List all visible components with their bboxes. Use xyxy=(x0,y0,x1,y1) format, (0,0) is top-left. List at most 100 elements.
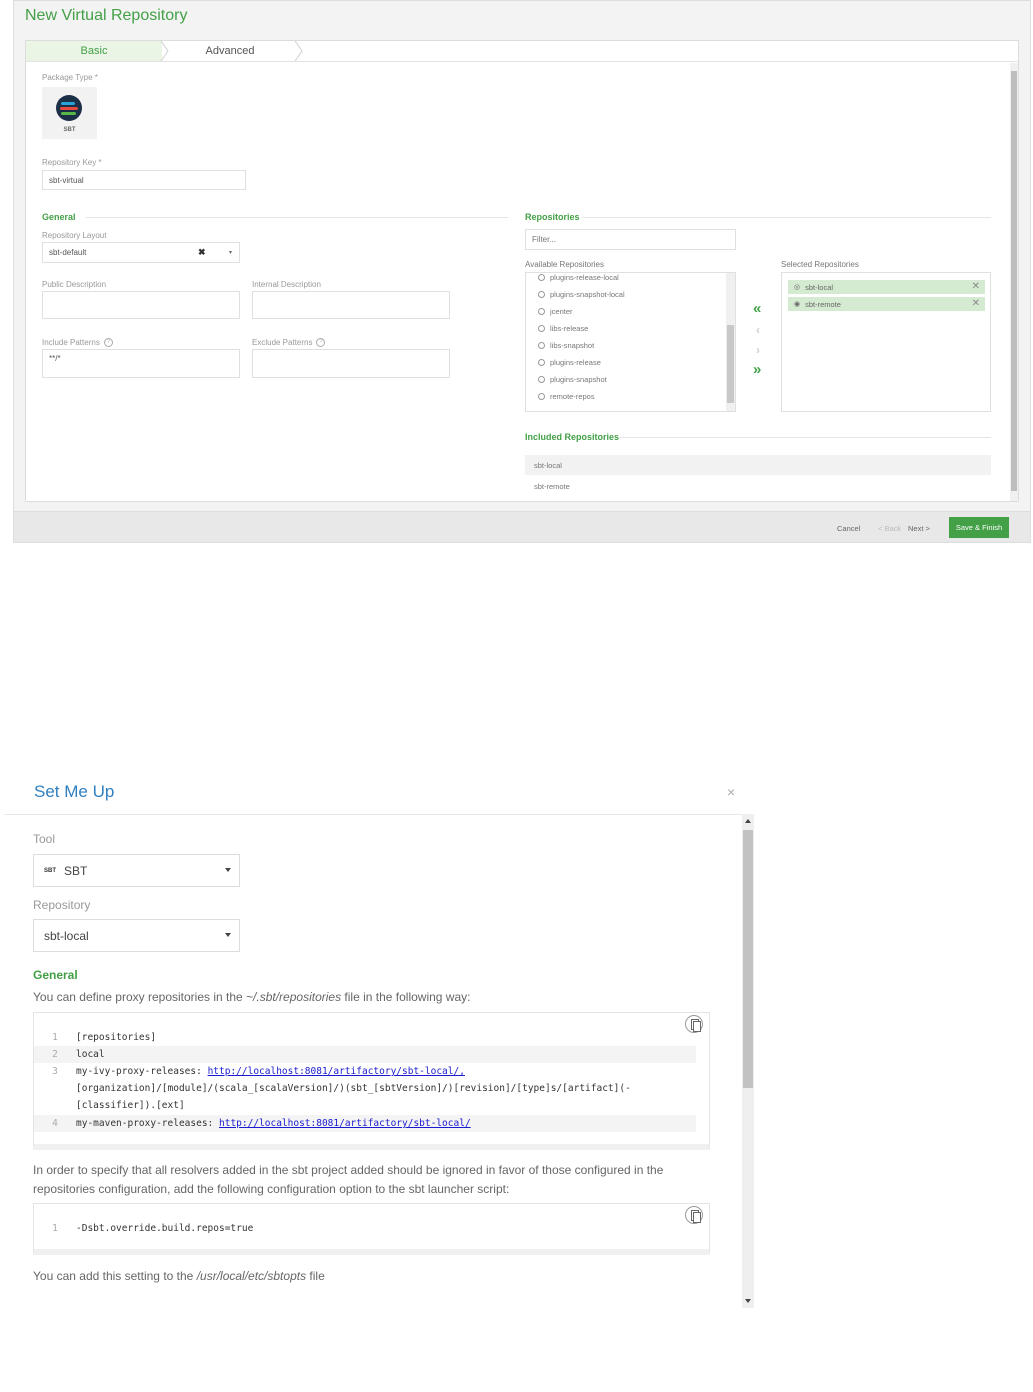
selected-item[interactable]: ◉ sbt-remote ✕ xyxy=(788,297,985,311)
virtual-repo-icon xyxy=(538,359,545,366)
code-text: my-maven-proxy-releases: xyxy=(76,1118,219,1129)
close-icon[interactable]: × xyxy=(727,784,735,800)
line-number: 1 xyxy=(52,1223,58,1234)
wizard-scrollbar-thumb[interactable] xyxy=(1011,71,1017,491)
file-path: /usr/local/etc/sbtopts xyxy=(196,1269,307,1283)
remove-icon[interactable]: ✕ xyxy=(972,281,980,292)
selected-item[interactable]: ◎ sbt-local ✕ xyxy=(788,280,985,294)
code-block-repositories: 1 [repositories] 2 local 3 my-ivy-proxy-rel… xyxy=(33,1012,710,1150)
text: file in the following way: xyxy=(341,990,471,1004)
next-button[interactable]: Next > xyxy=(908,524,930,533)
repository-url-link[interactable]: http://localhost:8081/artifactory/sbt-lo… xyxy=(219,1118,471,1129)
list-item[interactable]: remote-repos xyxy=(538,392,595,401)
list-item-label: plugins-release-local xyxy=(550,273,619,282)
remote-repo-icon: ◉ xyxy=(794,301,801,308)
virtual-repo-icon xyxy=(538,393,545,400)
wizard-scrollbar[interactable] xyxy=(1010,63,1018,501)
list-item-label: libs-snapshot xyxy=(550,341,595,350)
help-icon[interactable]: ? xyxy=(316,338,326,348)
back-button[interactable]: < Back xyxy=(878,524,901,533)
include-patterns-label: Include Patterns? xyxy=(42,338,113,348)
repository-url-link[interactable]: http://localhost:8081/artifactory/sbt-lo… xyxy=(208,1066,465,1077)
internal-description-input[interactable] xyxy=(252,291,450,319)
move-right-button[interactable]: › xyxy=(756,343,760,357)
tab-basic[interactable]: Basic xyxy=(26,41,162,61)
code-line: 1 -Dsbt.override.build.repos=true xyxy=(34,1220,696,1237)
cancel-button[interactable]: Cancel xyxy=(837,524,860,533)
repository-layout-select[interactable]: sbt-default ✖ ▾ xyxy=(42,242,240,263)
local-repo-icon xyxy=(538,291,545,298)
code-line: 3 my-ivy-proxy-releases: http://localhost… xyxy=(34,1063,696,1080)
list-item[interactable]: plugins-snapshot-local xyxy=(538,290,625,299)
chevron-down-icon[interactable]: ▾ xyxy=(229,249,232,256)
general-divider xyxy=(86,217,508,218)
included-repositories-title: Included Repositories xyxy=(525,432,620,442)
list-item-label: plugins-release xyxy=(550,358,601,367)
available-repositories-list[interactable]: plugins-release-local plugins-snapshot-l… xyxy=(525,272,736,412)
virtual-repo-icon xyxy=(538,325,545,332)
move-all-right-button[interactable]: » xyxy=(753,361,761,378)
set-me-up-dialog: Set Me Up × Tool SBT SBT Repository sbt-… xyxy=(4,772,764,1312)
repository-key-input[interactable]: sbt-virtual xyxy=(42,170,246,190)
repository-layout-label: Repository Layout xyxy=(42,231,107,240)
selected-repositories-list[interactable]: ◎ sbt-local ✕ ◉ sbt-remote ✕ xyxy=(781,272,991,412)
list-item: sbt-local xyxy=(525,455,991,475)
included-divider xyxy=(619,437,991,438)
tool-select-value: SBT xyxy=(64,863,88,878)
list-item[interactable]: plugins-release xyxy=(538,358,601,367)
code-text: my-maven-proxy-releases: http://localhos… xyxy=(76,1115,471,1132)
list-item[interactable]: plugins-release-local xyxy=(538,273,619,282)
move-left-button[interactable]: ‹ xyxy=(756,323,760,337)
sbt-badge-icon: SBT xyxy=(44,867,56,874)
text: You can add this setting to the xyxy=(33,1269,197,1283)
remove-icon[interactable]: ✕ xyxy=(972,298,980,309)
list-item-label: jcenter xyxy=(550,307,573,316)
package-type-tile[interactable]: SBT xyxy=(42,87,97,139)
repository-select[interactable]: sbt-local xyxy=(33,919,240,952)
help-icon[interactable]: ? xyxy=(103,338,113,348)
available-repositories-label: Available Repositories xyxy=(525,260,605,269)
code-text: -Dsbt.override.build.repos=true xyxy=(76,1223,254,1234)
exclude-patterns-input[interactable] xyxy=(252,349,450,378)
available-list-scrollbar[interactable] xyxy=(726,273,735,411)
local-repo-icon: ◎ xyxy=(794,284,801,291)
exclude-patterns-text: Exclude Patterns xyxy=(252,338,313,347)
code-line: [organization]/[module]/(scala_[scalaVer… xyxy=(34,1080,696,1097)
list-item-label: plugins-snapshot xyxy=(550,375,607,384)
dialog-scrollbar[interactable] xyxy=(742,814,754,1308)
included-repositories-list: sbt-local sbt-remote xyxy=(525,455,991,501)
repository-layout-value: sbt-default xyxy=(49,248,87,257)
repositories-divider xyxy=(583,217,991,218)
line-number: 2 xyxy=(52,1049,58,1060)
tool-select[interactable]: SBT SBT xyxy=(33,854,240,887)
public-description-input[interactable] xyxy=(42,291,240,319)
include-patterns-input[interactable]: **/* xyxy=(42,349,240,378)
text: You can define proxy repositories in the xyxy=(33,990,247,1004)
code-text: [classifier]).[ext] xyxy=(76,1100,185,1111)
list-item[interactable]: libs-snapshot xyxy=(538,341,594,350)
tab-advanced[interactable]: Advanced xyxy=(162,41,298,61)
virtual-repo-icon xyxy=(538,376,545,383)
list-item[interactable]: libs-release xyxy=(538,324,588,333)
available-list-scrollbar-thumb[interactable] xyxy=(727,325,734,403)
list-item[interactable]: plugins-snapshot xyxy=(538,375,607,384)
code-block-override: 1 -Dsbt.override.build.repos=true xyxy=(33,1203,710,1255)
selected-item-label: sbt-local xyxy=(805,282,834,292)
list-item[interactable]: jcenter xyxy=(538,307,573,316)
line-number: 1 xyxy=(52,1032,58,1043)
save-finish-button[interactable]: Save & Finish xyxy=(949,517,1009,538)
code-text: my-ivy-proxy-releases: xyxy=(76,1066,208,1077)
include-patterns-text: Include Patterns xyxy=(42,338,100,347)
dialog-title: New Virtual Repository xyxy=(25,7,188,24)
code-line: 1 [repositories] xyxy=(34,1029,696,1046)
instructions-paragraph: You can add this setting to the /usr/loc… xyxy=(33,1267,713,1286)
clear-icon[interactable]: ✖ xyxy=(198,247,206,258)
move-all-left-button[interactable]: « xyxy=(753,300,761,317)
scroll-down-icon[interactable] xyxy=(745,1299,751,1303)
exclude-patterns-label: Exclude Patterns? xyxy=(252,338,326,348)
dialog-scrollbar-thumb[interactable] xyxy=(743,830,753,1088)
repositories-filter-input[interactable] xyxy=(525,229,736,250)
scroll-up-icon[interactable] xyxy=(745,819,751,823)
internal-description-label: Internal Description xyxy=(252,280,321,289)
line-number: 4 xyxy=(52,1118,58,1129)
